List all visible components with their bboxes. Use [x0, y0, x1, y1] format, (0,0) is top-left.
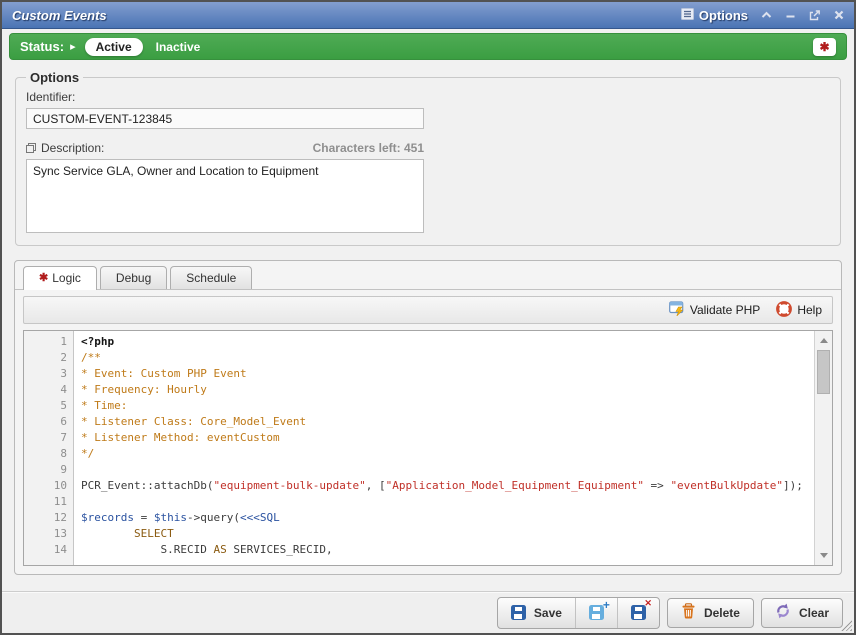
line-number: 10: [24, 478, 67, 494]
minimize-icon[interactable]: [785, 11, 796, 19]
plus-badge-icon: +: [603, 599, 610, 611]
code-line: /**: [81, 350, 814, 366]
asterisk-icon: ✱: [39, 273, 48, 284]
tab-label: Schedule: [186, 271, 236, 285]
line-number: 1: [24, 334, 67, 350]
line-number: 2: [24, 350, 67, 366]
description-label: Description:: [26, 141, 104, 155]
line-number: 6: [24, 414, 67, 430]
tab-schedule[interactable]: Schedule: [170, 266, 252, 289]
save-and-add-button[interactable]: +: [575, 598, 617, 628]
code-line: */: [81, 446, 814, 462]
identifier-input[interactable]: [26, 108, 424, 129]
titlebar[interactable]: Custom Events Options: [2, 2, 854, 29]
code-line: S.RECID AS SERVICES_RECID,: [81, 542, 814, 558]
line-number: 3: [24, 366, 67, 382]
status-active-button[interactable]: Active: [85, 38, 143, 56]
line-number: 7: [24, 430, 67, 446]
line-number: 9: [24, 462, 67, 478]
line-number: 5: [24, 398, 67, 414]
code-line: [81, 494, 814, 510]
code-line: <?php: [81, 334, 814, 350]
clear-button[interactable]: Clear: [761, 598, 843, 628]
delete-button[interactable]: Delete: [667, 598, 754, 628]
description-label-text: Description:: [41, 141, 104, 155]
line-number: 11: [24, 494, 67, 510]
save-button-group: Save + ✕: [497, 597, 660, 629]
asterisk-icon: ✱: [819, 41, 829, 53]
scroll-down-icon[interactable]: [815, 549, 832, 562]
custom-events-window: Custom Events Options Status: ▸ Active I…: [0, 0, 856, 635]
refresh-arrows-icon: [775, 603, 791, 622]
save-button[interactable]: Save: [498, 598, 575, 628]
collapse-icon[interactable]: [761, 11, 772, 19]
x-badge-icon: ✕: [644, 599, 652, 608]
identifier-label: Identifier:: [26, 90, 830, 104]
options-section: Options Identifier: Description: Charact…: [15, 70, 841, 246]
editor-toolbar: Validate PHP Help: [23, 296, 833, 324]
validate-php-icon: [669, 301, 685, 319]
save-label: Save: [534, 606, 562, 620]
tab-label: Debug: [116, 271, 151, 285]
code-line: * Event: Custom PHP Event: [81, 366, 814, 382]
trash-icon: [681, 603, 696, 622]
validate-php-label: Validate PHP: [690, 303, 760, 317]
status-bar: Status: ▸ Active Inactive ✱: [9, 33, 847, 60]
options-legend: Options: [26, 70, 83, 85]
options-menu-button[interactable]: Options: [681, 8, 748, 23]
list-icon: [681, 8, 694, 23]
scrollbar-thumb[interactable]: [817, 350, 830, 394]
code-line: * Time:: [81, 398, 814, 414]
close-icon[interactable]: [834, 10, 844, 20]
popout-icon[interactable]: [809, 10, 821, 21]
arrow-right-icon: ▸: [70, 40, 76, 53]
tab-logic[interactable]: ✱ Logic: [23, 266, 97, 290]
code-lines[interactable]: <?php/*** Event: Custom PHP Event* Frequ…: [74, 331, 814, 565]
required-indicator-button[interactable]: ✱: [813, 38, 836, 56]
window-title: Custom Events: [12, 8, 107, 23]
line-number: 12: [24, 510, 67, 526]
tab-strip: ✱ Logic Debug Schedule: [15, 261, 841, 290]
save-close-icon: ✕: [631, 605, 646, 620]
logic-tab-panel: ✱ Logic Debug Schedule Validate PHP Help…: [14, 260, 842, 575]
options-menu-label: Options: [699, 8, 748, 23]
save-icon: [511, 605, 526, 620]
line-numbers: 1234567891011121314: [24, 331, 74, 565]
scroll-up-icon[interactable]: [815, 334, 832, 347]
titlebar-controls: Options: [681, 8, 844, 23]
life-ring-icon: [776, 301, 792, 320]
help-label: Help: [797, 303, 822, 317]
help-button[interactable]: Help: [776, 301, 822, 320]
line-number: 14: [24, 542, 67, 558]
code-line: $records = $this->query(<<<SQL: [81, 510, 814, 526]
editor-scrollbar[interactable]: [814, 331, 832, 565]
tab-debug[interactable]: Debug: [100, 266, 167, 289]
line-number: 8: [24, 446, 67, 462]
clear-label: Clear: [799, 606, 829, 620]
spacer: [2, 575, 854, 591]
tab-label: Logic: [52, 271, 81, 285]
description-header-row: Description: Characters left: 451: [26, 141, 424, 155]
code-line: * Frequency: Hourly: [81, 382, 814, 398]
code-line: PCR_Event::attachDb("equipment-bulk-upda…: [81, 478, 814, 494]
expand-editor-icon[interactable]: [26, 143, 36, 153]
status-inactive-button[interactable]: Inactive: [156, 40, 201, 54]
status-label: Status:: [20, 39, 64, 54]
code-editor[interactable]: 1234567891011121314 <?php/*** Event: Cus…: [23, 330, 833, 566]
delete-label: Delete: [704, 606, 740, 620]
code-line: [81, 462, 814, 478]
description-textarea[interactable]: Sync Service GLA, Owner and Location to …: [26, 159, 424, 233]
footer-bar: Save + ✕ Delete Clear: [2, 591, 854, 633]
code-line: * Listener Class: Core_Model_Event: [81, 414, 814, 430]
save-add-icon: +: [589, 605, 604, 620]
code-line: * Listener Method: eventCustom: [81, 430, 814, 446]
line-number: 13: [24, 526, 67, 542]
line-number: 4: [24, 382, 67, 398]
characters-left-counter: Characters left: 451: [313, 141, 424, 155]
save-and-close-button[interactable]: ✕: [617, 598, 659, 628]
validate-php-button[interactable]: Validate PHP: [669, 301, 760, 319]
code-line: SELECT: [81, 526, 814, 542]
